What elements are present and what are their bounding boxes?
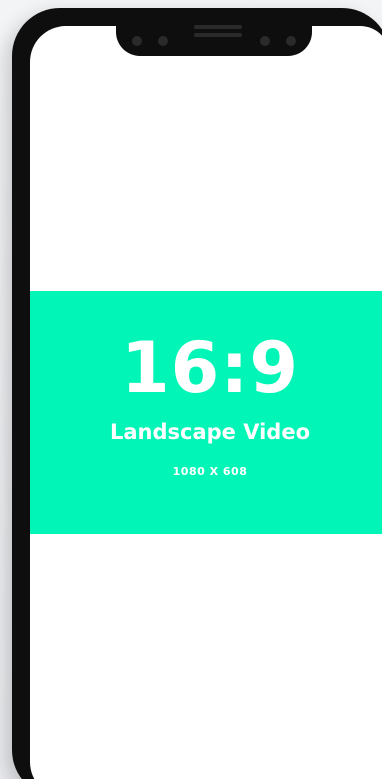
format-title: Landscape Video xyxy=(109,420,311,444)
resolution-label: 1080 X 608 xyxy=(172,465,248,478)
sensor-dot-icon xyxy=(132,36,142,46)
camera-icon xyxy=(158,36,168,46)
phone-screen: 16:9 Landscape Video 1080 X 608 xyxy=(30,26,382,779)
sensor-dot-icon xyxy=(260,36,270,46)
page-background: 16:9 Landscape Video 1080 X 608 xyxy=(0,0,382,779)
phone-notch xyxy=(116,16,312,56)
aspect-ratio-banner: 16:9 Landscape Video 1080 X 608 xyxy=(30,291,382,534)
speaker-grille-icon xyxy=(194,33,242,37)
aspect-ratio-label: 16:9 xyxy=(120,327,300,409)
phone-frame: 16:9 Landscape Video 1080 X 608 xyxy=(12,8,382,779)
speaker-grille-icon xyxy=(194,25,242,29)
sensor-dot-icon xyxy=(286,36,296,46)
